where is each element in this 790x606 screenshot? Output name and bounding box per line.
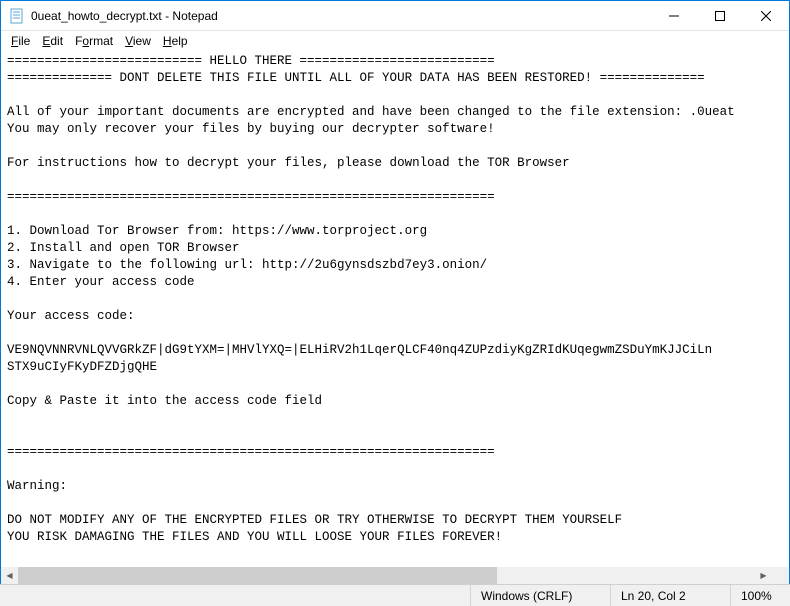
scrollbar-corner — [772, 567, 789, 584]
status-position: Ln 20, Col 2 — [610, 585, 730, 606]
horizontal-scrollbar[interactable]: ◀ ▶ — [1, 567, 772, 584]
scroll-right-button[interactable]: ▶ — [755, 567, 772, 584]
menu-format[interactable]: Format — [69, 33, 119, 49]
menu-help[interactable]: Help — [157, 33, 194, 49]
statusbar: Windows (CRLF) Ln 20, Col 2 100% — [0, 584, 790, 606]
status-encoding: Windows (CRLF) — [470, 585, 610, 606]
scroll-left-button[interactable]: ◀ — [1, 567, 18, 584]
text-area[interactable]: ========================== HELLO THERE =… — [1, 51, 789, 567]
titlebar: 0ueat_howto_decrypt.txt - Notepad — [1, 1, 789, 31]
menu-file[interactable]: File — [5, 33, 36, 49]
window-controls — [651, 1, 789, 30]
close-button[interactable] — [743, 1, 789, 31]
notepad-icon — [9, 8, 25, 24]
status-zoom: 100% — [730, 585, 790, 606]
scroll-thumb[interactable] — [18, 567, 497, 584]
menubar: File Edit Format View Help — [1, 31, 789, 51]
minimize-button[interactable] — [651, 1, 697, 31]
scroll-track[interactable] — [18, 567, 755, 584]
maximize-button[interactable] — [697, 1, 743, 31]
window-title: 0ueat_howto_decrypt.txt - Notepad — [31, 9, 651, 23]
menu-edit[interactable]: Edit — [36, 33, 69, 49]
menu-view[interactable]: View — [119, 33, 157, 49]
